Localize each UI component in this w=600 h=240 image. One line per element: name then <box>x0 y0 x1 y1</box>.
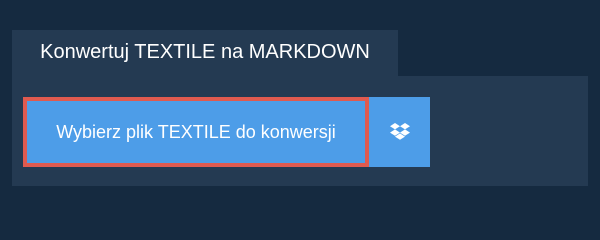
dropbox-button[interactable] <box>369 97 430 167</box>
choose-file-button[interactable]: Wybierz plik TEXTILE do konwersji <box>23 97 369 167</box>
converter-tab-label: Konwertuj TEXTILE na MARKDOWN <box>40 41 370 63</box>
dropbox-icon <box>389 123 410 141</box>
converter-tab[interactable]: Konwertuj TEXTILE na MARKDOWN <box>12 30 398 76</box>
choose-file-button-label: Wybierz plik TEXTILE do konwersji <box>56 122 336 142</box>
